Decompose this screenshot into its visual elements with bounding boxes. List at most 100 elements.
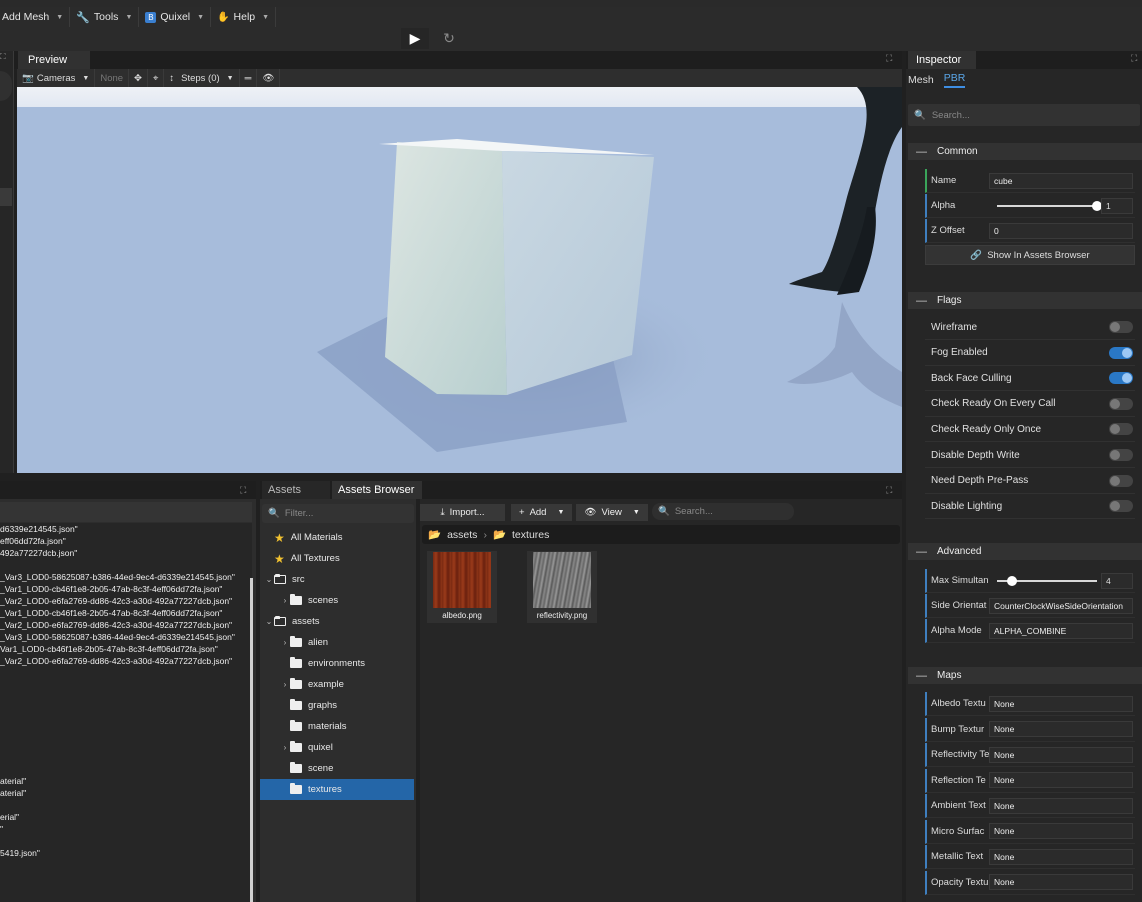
tree-item-scene[interactable]: scene	[260, 758, 414, 779]
menu-lines-button[interactable]: ═	[240, 69, 258, 87]
tree-item-textures[interactable]: textures	[260, 779, 414, 800]
map-texture-select[interactable]: None	[989, 747, 1133, 763]
alpha-value[interactable]: 1	[1101, 198, 1133, 214]
map-label: Bump Textur	[931, 724, 989, 735]
log-line	[0, 667, 252, 679]
menu-quixel[interactable]: BQuixel▼	[139, 7, 211, 27]
gizmo-none[interactable]: None	[95, 69, 129, 87]
map-texture-select[interactable]: None	[989, 721, 1133, 737]
tab-preview[interactable]: Preview	[18, 51, 90, 69]
visibility-button[interactable]: 👁	[257, 69, 280, 87]
inspector-search[interactable]: 🔍Search...	[908, 104, 1140, 126]
breadcrumb-assets[interactable]: assets	[447, 529, 477, 541]
max-sim-slider[interactable]	[997, 580, 1097, 582]
tab-pbr[interactable]: PBR	[944, 72, 966, 88]
map-texture-select[interactable]: None	[989, 874, 1133, 890]
flag-toggle[interactable]	[1109, 321, 1133, 333]
map-texture-select[interactable]: None	[989, 798, 1133, 814]
breadcrumb-textures[interactable]: textures	[512, 529, 549, 541]
tab-inspector[interactable]: Inspector	[908, 51, 976, 69]
filter-input[interactable]: 🔍Filter...	[262, 504, 414, 523]
log-line: _Var1_LOD0-cb46f1e8-2b05-47ab-8c3f-4eff0…	[0, 607, 252, 619]
flag-toggle[interactable]	[1109, 449, 1133, 461]
side-orientation-select[interactable]: CounterClockWiseSideOrientation	[989, 598, 1133, 614]
chevron-icon[interactable]: ⌄	[264, 617, 274, 626]
tree-item-graphs[interactable]: graphs	[260, 695, 414, 716]
tree-item-environments[interactable]: environments	[260, 653, 414, 674]
move-gizmo-button[interactable]: ✥	[129, 69, 148, 87]
section-maps[interactable]: —Maps	[908, 667, 1142, 684]
tree-item-quixel[interactable]: ›quixel	[260, 737, 414, 758]
steps-dropdown[interactable]: ↕Steps (0)▼	[164, 69, 239, 87]
slider-thumb[interactable]	[1007, 576, 1017, 586]
tree-item-materials[interactable]: materials	[260, 716, 414, 737]
chevron-icon[interactable]: ›	[280, 596, 290, 605]
chevron-down-icon: ▼	[197, 14, 204, 21]
map-texture-select[interactable]: None	[989, 823, 1133, 839]
section-advanced[interactable]: —Advanced	[908, 543, 1142, 560]
maximize-icon[interactable]: ⛶	[886, 485, 892, 496]
tab-mesh[interactable]: Mesh	[908, 74, 934, 86]
flag-toggle[interactable]	[1109, 347, 1133, 359]
section-flags[interactable]: —Flags	[908, 292, 1142, 309]
tab-assets-browser[interactable]: Assets Browser	[332, 481, 422, 499]
log-line	[0, 715, 252, 727]
tree-item-src[interactable]: ⌄src	[260, 569, 414, 590]
map-label: Reflectivity Te	[931, 749, 989, 760]
map-texture-select[interactable]: None	[989, 696, 1133, 712]
tree-item-label: alien	[308, 637, 328, 648]
chevron-icon[interactable]: ⌄	[264, 575, 274, 584]
flag-toggle[interactable]	[1109, 500, 1133, 512]
rotate-gizmo-button[interactable]: ⌖	[148, 69, 164, 87]
chevron-down-icon: ▼	[227, 75, 234, 82]
reset-button[interactable]: ↻	[438, 28, 460, 49]
tree-item-scenes[interactable]: ›scenes	[260, 590, 414, 611]
zoffset-field[interactable]: 0	[989, 223, 1133, 239]
chevron-icon[interactable]: ›	[280, 743, 290, 752]
log-line	[0, 835, 252, 847]
menu-help[interactable]: ✋Help▼	[211, 7, 276, 27]
asset-file-albedo[interactable]: albedo.png	[427, 551, 497, 623]
flag-toggle[interactable]	[1109, 423, 1133, 435]
map-texture-select[interactable]: None	[989, 849, 1133, 865]
asset-file-reflectivity[interactable]: reflectivity.png	[527, 551, 597, 623]
log-tabbar	[0, 481, 256, 499]
tab-assets[interactable]: Assets	[262, 481, 330, 499]
alpha-slider[interactable]	[997, 205, 1097, 207]
import-button[interactable]: ⤓Import...	[420, 504, 505, 521]
log-scrollbar[interactable]	[250, 578, 253, 902]
log-line: _Var3_LOD0-58625087-b386-44ed-9ec4-d6339…	[0, 571, 252, 583]
viewport-3d[interactable]	[17, 87, 902, 473]
chevron-icon[interactable]: ›	[280, 680, 290, 689]
flag-toggle[interactable]	[1109, 475, 1133, 487]
play-button[interactable]: ▶	[401, 28, 429, 49]
cameras-dropdown[interactable]: 📷Cameras▼	[17, 69, 95, 87]
log-line: _Var2_LOD0-e6fa2769-dd86-42c3-a30d-492a7…	[0, 655, 252, 667]
tree-item-alien[interactable]: › alien	[260, 632, 414, 653]
tree-item-all-materials[interactable]: ★All Materials	[260, 527, 414, 548]
maximize-icon[interactable]: ⛶	[240, 485, 246, 496]
tree-item-assets[interactable]: ⌄ assets	[260, 611, 414, 632]
maximize-icon[interactable]: ⛶	[0, 52, 6, 62]
asset-search-input[interactable]: 🔍Search...	[652, 503, 794, 520]
prop-max-simultaneous: Max Simultan 4	[925, 569, 1135, 593]
section-common[interactable]: —Common	[908, 143, 1142, 160]
view-button[interactable]: 👁View▼	[576, 504, 647, 521]
alpha-mode-select[interactable]: ALPHA_COMBINE	[989, 623, 1133, 639]
tree-item-label: assets	[292, 616, 319, 627]
max-sim-value[interactable]: 4	[1101, 573, 1133, 589]
flag-toggle[interactable]	[1109, 372, 1133, 384]
show-in-assets-button[interactable]: 🔗Show In Assets Browser	[925, 245, 1135, 265]
name-field[interactable]: cube	[989, 173, 1133, 189]
flag-toggle[interactable]	[1109, 398, 1133, 410]
maximize-icon[interactable]: ⛶	[886, 53, 892, 64]
map-texture-select[interactable]: None	[989, 772, 1133, 788]
add-button[interactable]: +Add▼	[511, 504, 572, 521]
menu-tools[interactable]: 🔧Tools▼	[70, 7, 139, 27]
tree-item-all-textures[interactable]: ★All Textures	[260, 548, 414, 569]
menu-add-mesh[interactable]: Add Mesh▼	[0, 7, 70, 27]
folder-icon	[290, 722, 302, 731]
chevron-icon[interactable]: ›	[280, 638, 290, 647]
maximize-icon[interactable]: ⛶	[1131, 53, 1137, 64]
tree-item-example[interactable]: ›example	[260, 674, 414, 695]
